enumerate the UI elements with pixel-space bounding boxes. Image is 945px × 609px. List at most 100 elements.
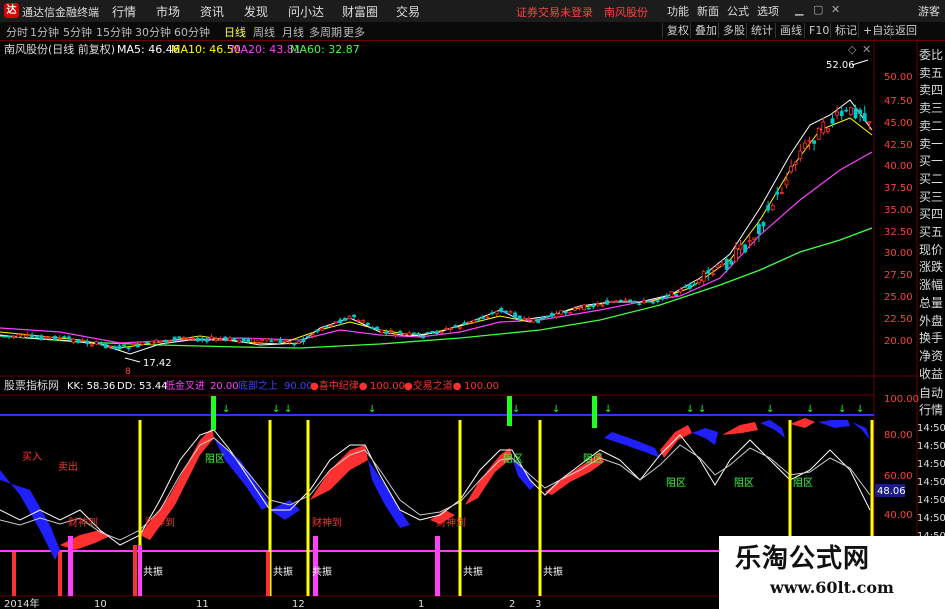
y-tick: 47.50 [884,96,913,107]
candle-body [586,307,591,310]
period-30min[interactable]: 30分钟 [135,24,171,40]
candle-body [743,244,747,253]
mark-button[interactable]: 标记 [830,23,861,38]
statistics-button[interactable]: 统计 [746,23,777,38]
period-more[interactable]: 更多 [343,24,365,40]
resonance-text: 共振 [143,565,163,578]
price-y-axis: 50.00 47.50 45.00 42.50 40.00 37.50 35.0… [884,72,913,347]
candle-body [163,340,168,343]
candle-body [99,342,103,345]
period-timeshare[interactable]: 分时 [6,24,28,40]
candle-body [20,334,25,338]
period-5min[interactable]: 5分钟 [63,24,92,40]
side-label: 买三 [918,189,943,204]
candle-body [674,294,678,296]
indicator-y-axis: 100.00 80.00 60.00 40.00 [884,394,919,521]
minimize-icon[interactable]: ▁ [795,3,803,16]
candle-body [71,338,76,343]
menu-formula[interactable]: 公式 [727,3,749,19]
y-tick: 100.00 [884,394,919,405]
period-monthly[interactable]: 月线 [282,24,304,40]
period-1min[interactable]: 1分钟 [30,24,59,40]
candle-body [168,340,173,342]
restore-rights-button[interactable]: 复权 [662,23,693,38]
candle-body [761,222,766,227]
kline-chart[interactable]: 南风股份(日线 前复权) MA5: 46.46 MA10: 46.50 MA20… [0,40,945,609]
panel-close-icon[interactable]: ✕ [862,43,871,56]
menu-market-quotes[interactable]: 行情 [112,3,136,20]
candle-body [301,338,306,343]
menu-functions[interactable]: 功能 [667,3,689,19]
side-label: 14:50 [917,459,945,470]
candle-body [149,340,154,345]
candle-body [384,331,389,334]
candle-body [568,311,573,314]
draw-line-button[interactable]: 画线 [775,23,806,38]
x-tick: 2 [509,599,515,609]
candle-body [181,337,186,339]
candle-body [416,333,421,335]
candle-body [329,324,334,327]
candle-body [200,338,205,341]
boundary-text: 阻区 [583,453,603,465]
y-tick: 40.00 [884,161,913,172]
candle-body [310,334,315,337]
side-label: 卖二 [918,118,943,133]
ma60-label: MA60: 32.87 [290,43,360,56]
candle-body [264,338,269,341]
candle-body [365,323,370,326]
high-marker: 52.06 [826,60,855,71]
menu-ask[interactable]: 问小达 [288,3,324,20]
resonance-text: 共振 [312,565,332,578]
candle-body [195,337,200,342]
menu-trade[interactable]: 交易 [396,3,420,20]
menu-news[interactable]: 资讯 [200,3,224,20]
side-label: 卖三 [918,101,943,116]
candle-body [287,341,292,344]
multi-stock-button[interactable]: 多股 [718,23,749,38]
back-button[interactable]: 返回 [890,23,921,38]
period-daily[interactable]: 日线 [224,24,246,40]
y-tick: 42.50 [884,140,913,151]
svg-text:↓: ↓ [368,404,376,415]
buy-text: 买入 [22,451,42,463]
candle-body [122,344,126,347]
maximize-icon[interactable]: ▢ [813,3,823,16]
candle-body [789,165,793,173]
menu-discover[interactable]: 发现 [244,3,268,20]
side-label[interactable]: 行情 [917,401,945,419]
candle-body [499,308,504,312]
green-arrows: ↓ ↓ ↓ ↓ ↓ ↓ ↓ ↓ ↓ ↓ ↓ ↓ ↓ [222,404,864,415]
boundary-text: 阻区 [793,477,813,489]
side-label: 买一 [918,154,943,169]
candle-body [430,330,435,333]
menu-options[interactable]: 选项 [757,3,779,19]
period-15min[interactable]: 15分钟 [96,24,132,40]
candle-body [471,319,476,323]
watermark-name: 乐淘公式网 [735,544,871,574]
candle-body [278,339,283,343]
side-label[interactable]: 自动 [917,384,945,402]
period-multi[interactable]: 多周期 [309,24,342,40]
period-60min[interactable]: 60分钟 [174,24,210,40]
candle-body [527,318,531,320]
candle-body [467,321,472,324]
candle-body [540,316,545,320]
settings-icon[interactable]: ◇ [848,43,857,56]
close-icon[interactable]: ✕ [831,3,840,16]
candle-body [821,121,826,134]
y-tick: 80.00 [884,430,913,441]
candle-body [775,191,780,195]
candle-body [204,338,209,342]
candle-body [582,304,586,311]
f10-button[interactable]: F10 [804,23,833,38]
candle-body [53,336,57,341]
candle-body [784,179,789,186]
overlay-button[interactable]: 叠加 [690,23,721,38]
menu-new-layout[interactable]: 新面 [697,3,719,19]
guest-user[interactable]: 游客 [918,3,940,19]
period-weekly[interactable]: 周线 [253,24,275,40]
menu-market[interactable]: 市场 [156,3,180,20]
menu-wealth[interactable]: 财富圈 [342,3,378,20]
ma10-line [0,117,873,349]
